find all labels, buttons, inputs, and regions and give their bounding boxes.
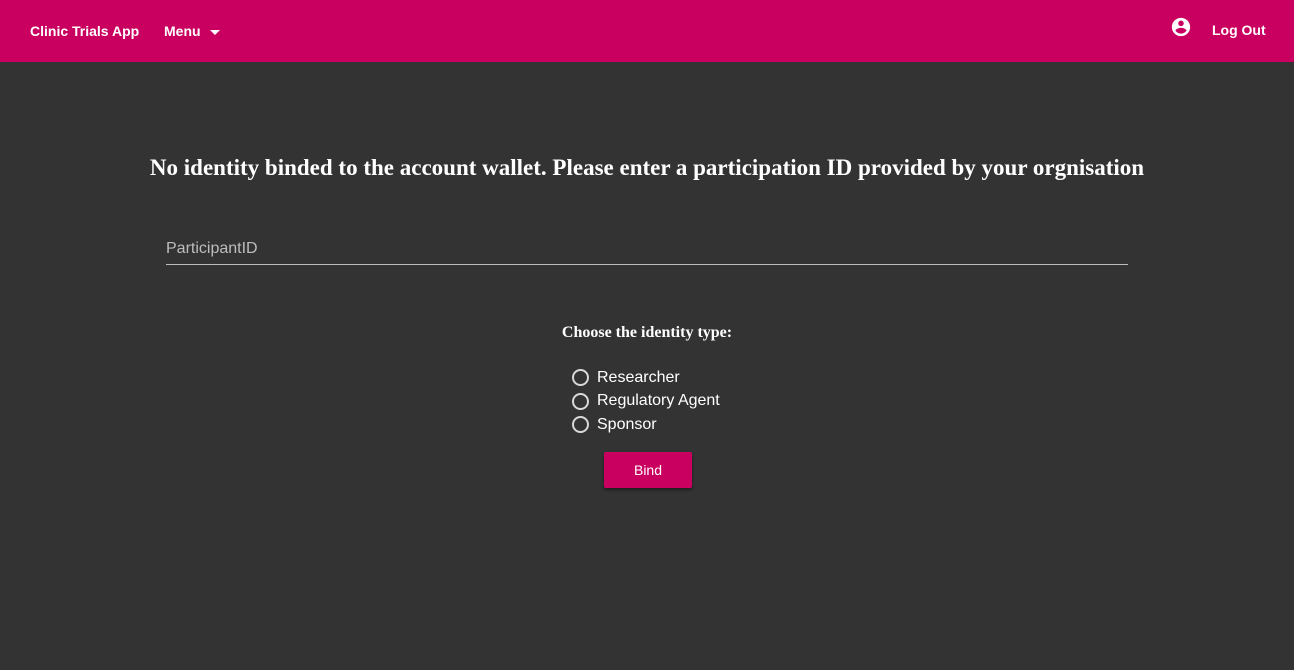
participant-id-input[interactable] bbox=[166, 236, 1128, 262]
page-heading: No identity binded to the account wallet… bbox=[149, 155, 1145, 180]
radio-unchecked-icon[interactable] bbox=[572, 416, 589, 434]
radio-regulatory-agent[interactable]: Regulatory Agent bbox=[572, 390, 720, 414]
radio-unchecked-icon[interactable] bbox=[572, 369, 589, 387]
radio-unchecked-icon[interactable] bbox=[572, 392, 589, 410]
menu-button[interactable]: Menu bbox=[164, 22, 220, 40]
identity-type-radio-group: Researcher Regulatory Agent Sponsor bbox=[572, 366, 720, 437]
radio-researcher[interactable]: Researcher bbox=[572, 366, 720, 390]
account-circle-icon[interactable] bbox=[1170, 16, 1192, 38]
logout-button[interactable]: Log Out bbox=[1212, 21, 1266, 39]
caret-down-icon bbox=[209, 29, 220, 35]
identity-type-label: Choose the identity type: bbox=[561, 324, 733, 341]
bind-button[interactable]: Bind bbox=[604, 452, 692, 488]
radio-sponsor[interactable]: Sponsor bbox=[572, 413, 720, 437]
menu-label: Menu bbox=[164, 23, 201, 39]
participant-id-field bbox=[166, 236, 1128, 265]
radio-label: Regulatory Agent bbox=[597, 392, 720, 410]
radio-label: Researcher bbox=[597, 368, 680, 386]
radio-label: Sponsor bbox=[597, 415, 657, 433]
app-title[interactable]: Clinic Trials App bbox=[30, 22, 139, 40]
app-bar: Clinic Trials App Menu Log Out bbox=[0, 0, 1294, 62]
